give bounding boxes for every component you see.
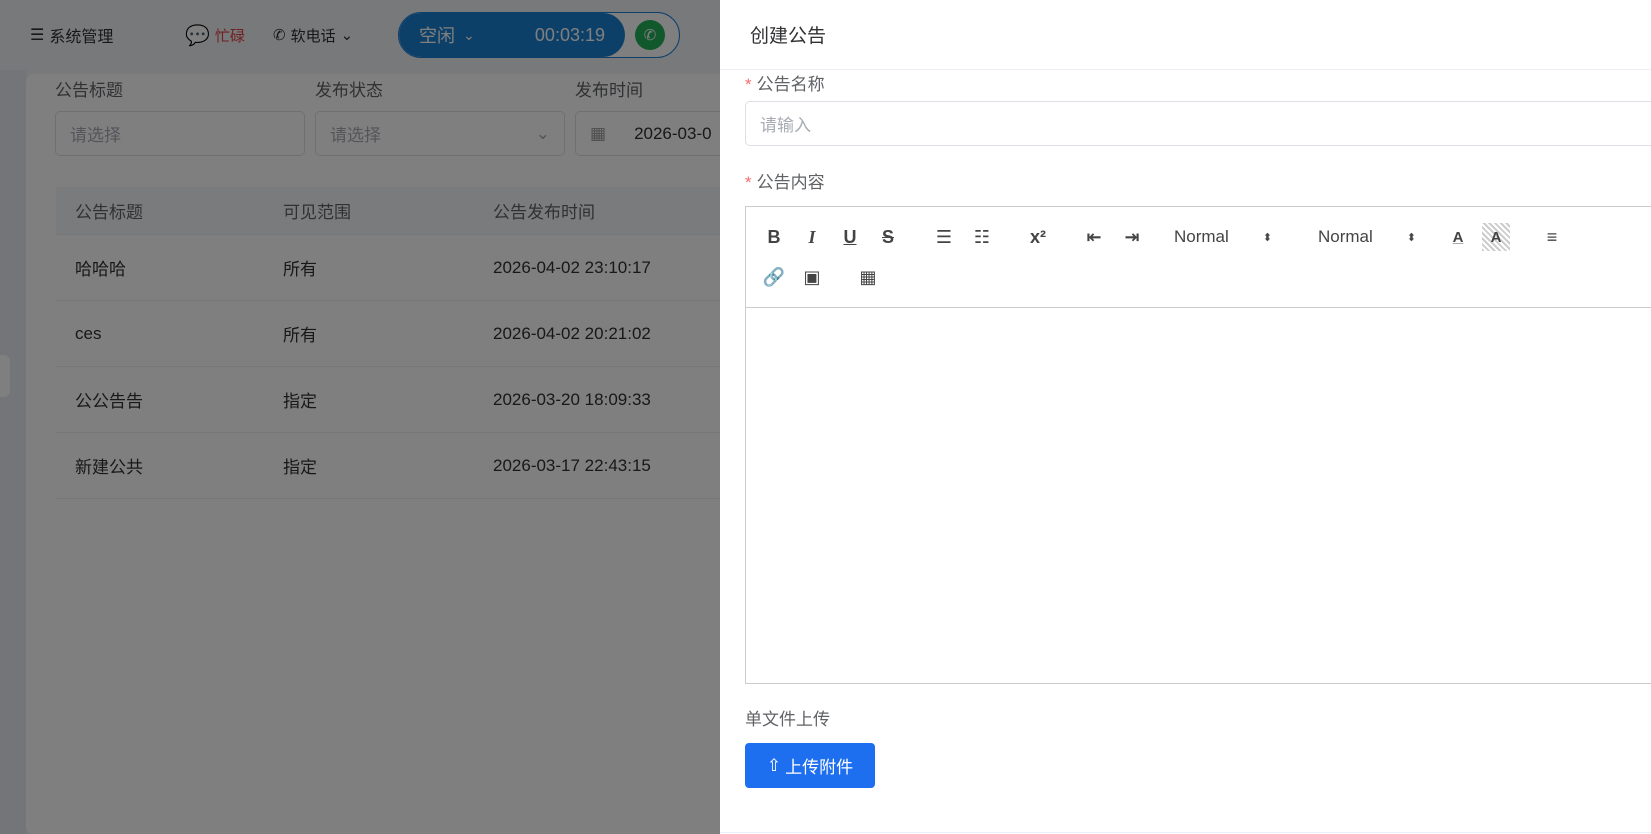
image-icon[interactable]: ▣ — [798, 263, 826, 291]
italic-button[interactable]: I — [798, 223, 826, 251]
required-mark: * — [745, 173, 752, 192]
bold-button[interactable]: B — [760, 223, 788, 251]
upload-attachment-button[interactable]: ⇧ 上传附件 — [745, 743, 875, 788]
rich-text-editor[interactable] — [745, 307, 1651, 684]
placeholder: 请输入 — [760, 116, 811, 135]
drawer-title: 创建公告 — [750, 26, 827, 47]
updown-icon: ⬍ — [1262, 231, 1272, 244]
size-select[interactable]: Normal ⬍ — [1156, 227, 1286, 247]
link-icon[interactable]: 🔗 — [760, 263, 788, 291]
ordered-list-icon[interactable]: ☰ — [930, 223, 958, 251]
cloud-upload-icon: ⇧ — [766, 755, 782, 775]
required-mark: * — [745, 75, 752, 94]
strike-button[interactable]: S — [874, 223, 902, 251]
align-icon[interactable]: ≡ — [1538, 223, 1566, 251]
upload-label: 单文件上传 — [745, 710, 830, 729]
outdent-icon[interactable]: ⇤ — [1080, 223, 1108, 251]
text-color-icon[interactable]: A — [1444, 223, 1472, 251]
superscript-button[interactable]: x² — [1024, 223, 1052, 251]
indent-icon[interactable]: ⇥ — [1118, 223, 1146, 251]
underline-button[interactable]: U — [836, 223, 864, 251]
button-label: 上传附件 — [785, 758, 854, 777]
header-value: Normal — [1318, 227, 1373, 246]
name-label: * 公告名称 — [745, 70, 825, 95]
editor-toolbar: B I U S ☰ ☷ x² ⇤ ⇥ Normal ⬍ Normal ⬍ A A ≡… — [745, 206, 1651, 308]
updown-icon: ⬍ — [1406, 231, 1416, 244]
size-value: Normal — [1174, 227, 1229, 246]
table-icon[interactable]: ▦ — [854, 263, 882, 291]
drawer-header: 创建公告 — [720, 0, 1651, 70]
content-label: * 公告内容 — [745, 168, 825, 193]
divider — [720, 832, 1651, 833]
label-text: 公告内容 — [756, 173, 825, 192]
bullet-list-icon[interactable]: ☷ — [968, 223, 996, 251]
create-announcement-drawer: 创建公告 * 公告名称 请输入 * 公告内容 B I U S ☰ ☷ x² ⇤ ⇥ … — [720, 0, 1651, 834]
header-select[interactable]: Normal ⬍ — [1300, 227, 1430, 247]
label-text: 公告名称 — [756, 75, 825, 94]
background-color-icon[interactable]: A — [1482, 223, 1510, 251]
announcement-name-input[interactable]: 请输入 — [745, 101, 1651, 146]
